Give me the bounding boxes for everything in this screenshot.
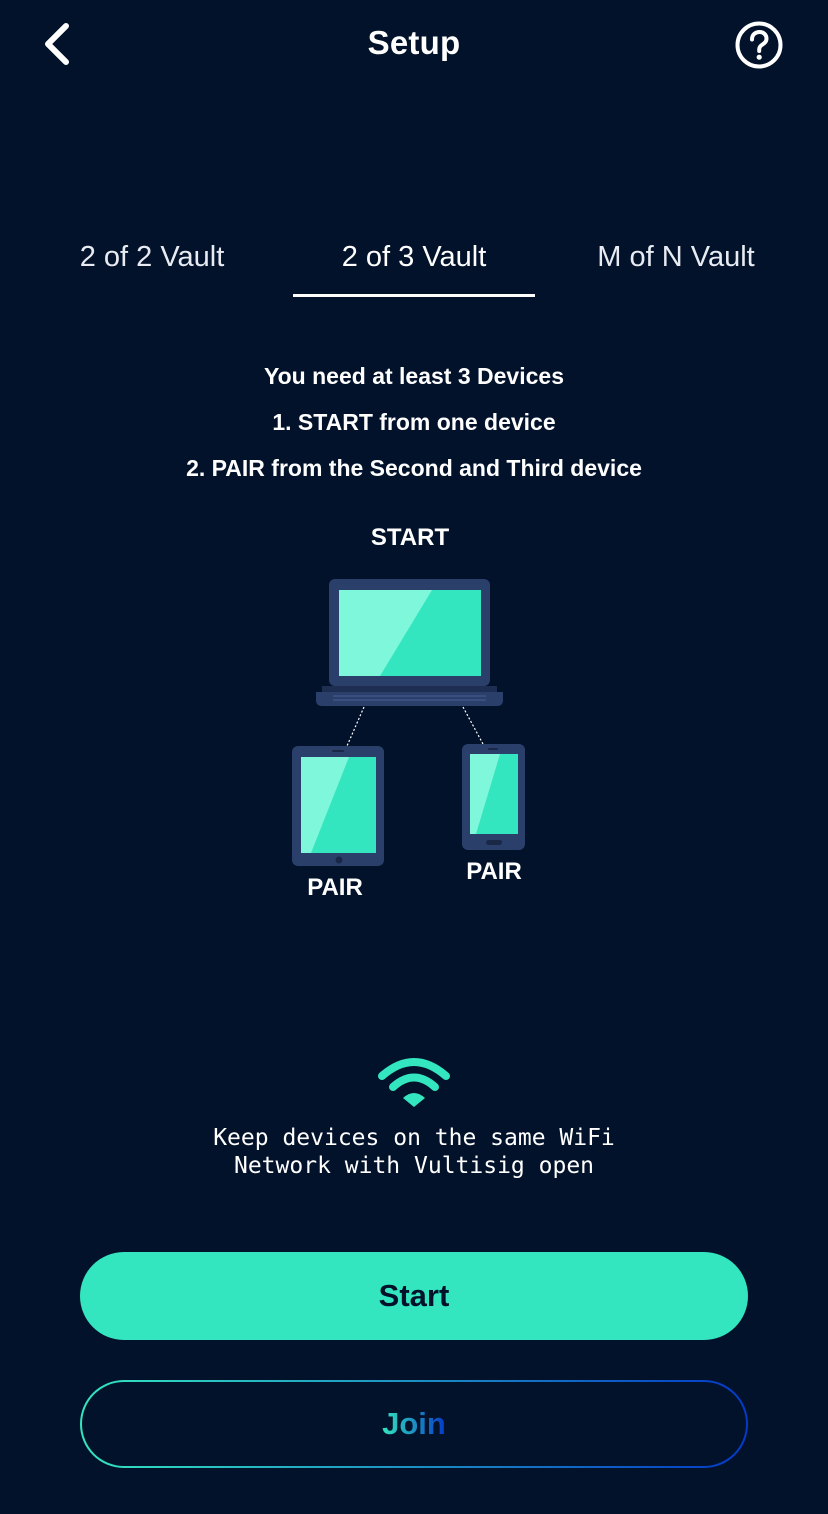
page-title: Setup bbox=[367, 24, 461, 61]
devices-illustration bbox=[292, 579, 525, 866]
connector-line-phone bbox=[462, 706, 484, 745]
setup-instructions: You need at least 3 Devices 1. START fro… bbox=[0, 358, 828, 496]
question-circle-icon bbox=[735, 21, 783, 69]
phone-device-label: PAIR bbox=[466, 858, 522, 885]
tab-m-of-n-vault[interactable]: M of N Vault bbox=[560, 232, 792, 296]
connector-line-tablet bbox=[346, 706, 365, 747]
header: Setup bbox=[0, 0, 828, 90]
selected-tab-indicator bbox=[293, 294, 535, 297]
wifi-note: Keep devices on the same WiFi Network wi… bbox=[213, 1125, 615, 1179]
instruction-device-count: You need at least 3 Devices bbox=[264, 363, 564, 389]
setup-screen: Setup 2 of 2 Vault 2 of 3 Vault M of N V… bbox=[0, 0, 828, 1514]
help-button[interactable] bbox=[734, 20, 784, 70]
laptop-icon bbox=[316, 579, 503, 706]
instruction-step-pair: 2. PAIR from the Second and Third device bbox=[186, 455, 642, 481]
phone-icon bbox=[462, 744, 525, 850]
wifi-icon bbox=[378, 1058, 450, 1107]
vault-type-tabs: 2 of 2 Vault 2 of 3 Vault M of N Vault bbox=[0, 232, 828, 302]
join-button-label: Join bbox=[382, 1406, 446, 1441]
join-button[interactable]: Join bbox=[80, 1380, 748, 1468]
start-button[interactable]: Start bbox=[80, 1252, 748, 1340]
tab-2-of-2-vault[interactable]: 2 of 2 Vault bbox=[32, 232, 272, 296]
instruction-step-start: 1. START from one device bbox=[272, 409, 556, 435]
tablet-device-label: PAIR bbox=[307, 874, 363, 901]
tab-2-of-3-vault[interactable]: 2 of 3 Vault bbox=[293, 232, 535, 296]
tablet-icon bbox=[292, 746, 384, 866]
device-diagram: START PAIR PAIR bbox=[0, 510, 828, 910]
